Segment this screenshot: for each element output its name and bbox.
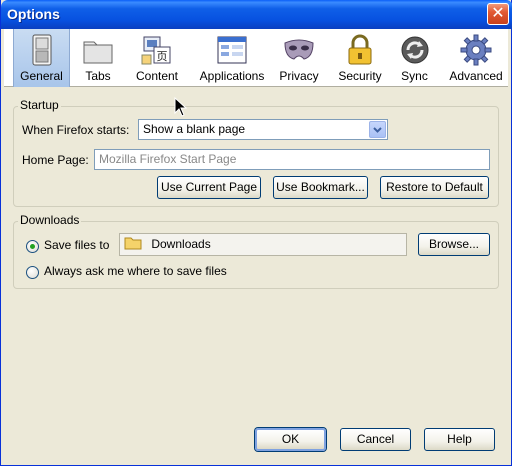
- cancel-button[interactable]: Cancel: [340, 428, 411, 451]
- tab-applications[interactable]: Applications: [194, 29, 270, 87]
- use-current-page-button[interactable]: Use Current Page: [157, 176, 261, 199]
- use-bookmark-button[interactable]: Use Bookmark...: [273, 176, 368, 199]
- tab-security[interactable]: Security: [330, 29, 390, 87]
- tab-privacy[interactable]: Privacy: [271, 29, 327, 87]
- help-button[interactable]: Help: [424, 428, 495, 451]
- tab-general[interactable]: General: [13, 29, 70, 87]
- home-page-input[interactable]: Mozilla Firefox Start Page: [94, 149, 490, 170]
- tab-label: Sync: [401, 69, 428, 83]
- always-ask-label[interactable]: Always ask me where to save files: [44, 264, 227, 278]
- save-to-label[interactable]: Save files to: [44, 238, 109, 252]
- tab-label: Content: [135, 69, 179, 83]
- tab-label: Advanced: [449, 69, 503, 83]
- svg-text:页: 页: [157, 50, 168, 63]
- tab-label: General: [20, 69, 63, 83]
- options-window: Options ✕ General Tabs 页 Content Applica…: [0, 0, 512, 466]
- download-folder-name: Downloads: [151, 237, 211, 251]
- startup-group-label: Startup: [18, 98, 61, 112]
- tab-label: Privacy: [279, 69, 319, 83]
- tab-label: Tabs: [85, 69, 111, 83]
- tab-label: Applications: [199, 69, 265, 83]
- gear-icon: [460, 34, 492, 66]
- downloads-group-label: Downloads: [18, 213, 82, 227]
- downloads-group: Downloads Save files to Downloads Browse…: [13, 213, 499, 289]
- tab-tabs[interactable]: Tabs: [70, 29, 126, 87]
- content-icon: 页: [141, 36, 171, 65]
- close-button[interactable]: ✕: [487, 3, 509, 25]
- download-folder-field: Downloads: [119, 233, 407, 256]
- applications-icon: [217, 36, 247, 64]
- tab-advanced[interactable]: Advanced: [446, 29, 506, 87]
- folder-icon: [124, 237, 142, 250]
- save-to-radio[interactable]: [26, 240, 39, 253]
- chevron-down-icon[interactable]: [369, 121, 386, 138]
- tab-sync[interactable]: Sync: [392, 29, 437, 87]
- mask-icon: [284, 39, 314, 60]
- restore-default-button[interactable]: Restore to Default: [380, 176, 489, 199]
- dialog-client-area: General Tabs 页 Content Applications Priv…: [4, 29, 508, 463]
- startup-select-value: Show a blank page: [143, 122, 246, 136]
- startup-select[interactable]: Show a blank page: [138, 119, 388, 140]
- ok-button[interactable]: OK: [255, 428, 326, 451]
- startup-group: Startup When Firefox starts: Show a blan…: [13, 98, 499, 207]
- home-page-placeholder: Mozilla Firefox Start Page: [99, 152, 237, 166]
- mouse-cursor-icon: [174, 97, 188, 117]
- title-bar[interactable]: Options ✕: [1, 0, 512, 29]
- tab-label: Security: [338, 69, 382, 83]
- preferences-toolbar: General Tabs 页 Content Applications Priv…: [4, 29, 508, 87]
- browse-button[interactable]: Browse...: [418, 233, 490, 256]
- window-title: Options: [7, 6, 60, 22]
- when-starts-label: When Firefox starts:: [22, 123, 130, 137]
- switch-icon: [32, 34, 51, 66]
- always-ask-radio[interactable]: [26, 266, 39, 279]
- tab-content[interactable]: 页 Content: [128, 29, 186, 87]
- home-page-label: Home Page:: [22, 153, 89, 167]
- sync-icon: [401, 36, 428, 64]
- padlock-icon: [348, 34, 372, 65]
- close-icon: ✕: [491, 5, 505, 22]
- folder-tabs-icon: [83, 41, 113, 64]
